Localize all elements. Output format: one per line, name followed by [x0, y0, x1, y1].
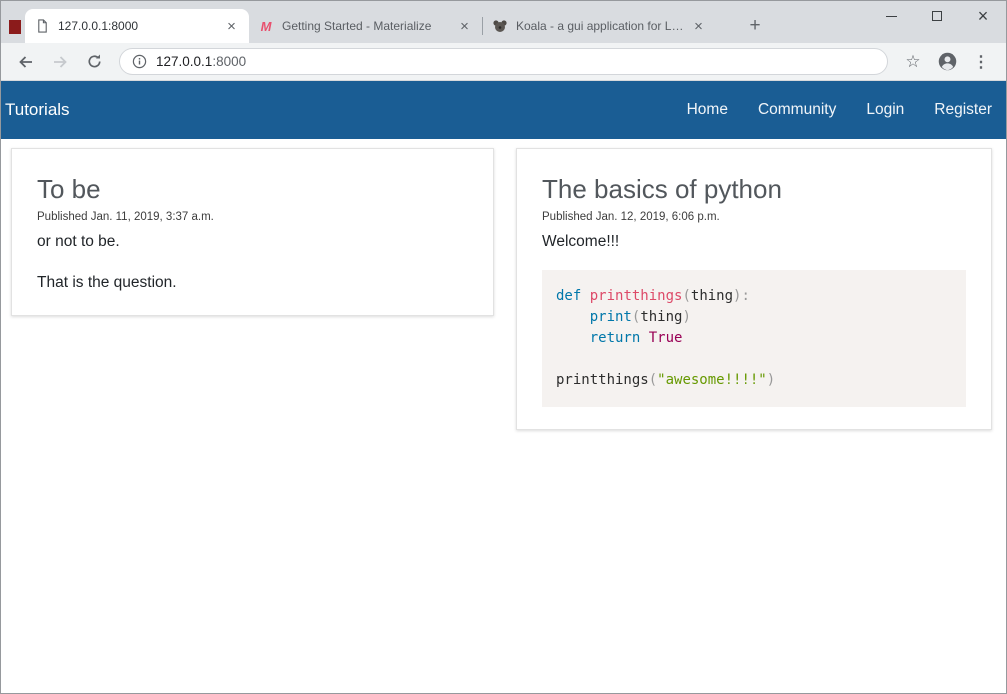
close-icon: ×	[978, 7, 989, 25]
web-page: Tutorials Home Community Login Register …	[1, 81, 1006, 694]
browser-window: 127.0.0.1:8000 × M Getting Started - Mat…	[0, 0, 1007, 694]
address-bar[interactable]: 127.0.0.1:8000	[119, 48, 888, 75]
url-text: 127.0.0.1:8000	[156, 54, 246, 69]
nav-link-register[interactable]: Register	[934, 101, 992, 119]
post-paragraph: Welcome!!!	[542, 231, 966, 252]
post-card: To be Published Jan. 11, 2019, 3:37 a.m.…	[11, 148, 494, 316]
url-host: 127.0.0.1	[156, 54, 212, 69]
navbar-brand[interactable]: Tutorials	[5, 100, 70, 120]
nav-link-community[interactable]: Community	[758, 101, 836, 119]
navbar-links: Home Community Login Register	[687, 101, 992, 119]
tab-materialize[interactable]: M Getting Started - Materialize ×	[249, 9, 482, 43]
tab-close-icon[interactable]: ×	[690, 18, 707, 35]
back-button[interactable]	[12, 48, 40, 76]
page-icon	[34, 18, 50, 34]
profile-avatar[interactable]	[933, 48, 961, 76]
close-button[interactable]: ×	[960, 1, 1006, 31]
window-icon	[9, 20, 21, 34]
post-published-date: Published Jan. 12, 2019, 6:06 p.m.	[542, 211, 966, 223]
post-published-date: Published Jan. 11, 2019, 3:37 a.m.	[37, 211, 468, 223]
window-controls: ×	[868, 1, 1006, 31]
tabs: 127.0.0.1:8000 × M Getting Started - Mat…	[25, 9, 716, 43]
koala-icon	[492, 18, 508, 34]
nav-link-home[interactable]: Home	[687, 101, 728, 119]
minimize-button[interactable]	[868, 1, 914, 31]
tab-title: Koala - a gui application for LESS	[516, 19, 684, 33]
tab-title: Getting Started - Materialize	[282, 19, 450, 33]
tab-close-icon[interactable]: ×	[456, 18, 473, 35]
posts-list: To be Published Jan. 11, 2019, 3:37 a.m.…	[1, 139, 1006, 430]
post-card: The basics of python Published Jan. 12, …	[516, 148, 992, 430]
tab-title: 127.0.0.1:8000	[58, 19, 217, 33]
tab-local-server[interactable]: 127.0.0.1:8000 ×	[25, 9, 249, 43]
url-port: :8000	[212, 54, 246, 69]
materialize-icon: M	[258, 18, 274, 34]
tab-strip: 127.0.0.1:8000 × M Getting Started - Mat…	[1, 1, 1006, 43]
post-title-link[interactable]: To be	[37, 173, 468, 205]
site-navbar: Tutorials Home Community Login Register	[1, 81, 1006, 139]
reload-button[interactable]	[80, 48, 108, 76]
maximize-button[interactable]	[914, 1, 960, 31]
new-tab-button[interactable]: +	[742, 13, 768, 39]
maximize-icon	[932, 11, 942, 21]
post-title-link[interactable]: The basics of python	[542, 173, 966, 205]
browser-toolbar: 127.0.0.1:8000 ☆ ⋮	[1, 43, 1006, 81]
post-paragraph: That is the question.	[37, 272, 468, 293]
tab-close-icon[interactable]: ×	[223, 18, 240, 35]
code-block: def printthings(thing): print(thing) ret…	[542, 270, 966, 407]
bookmark-star-icon[interactable]: ☆	[899, 48, 927, 76]
tab-koala[interactable]: Koala - a gui application for LESS ×	[483, 9, 716, 43]
browser-menu-icon[interactable]: ⋮	[967, 48, 995, 76]
nav-link-login[interactable]: Login	[866, 101, 904, 119]
forward-button[interactable]	[46, 48, 74, 76]
info-icon[interactable]	[132, 54, 147, 69]
post-paragraph: or not to be.	[37, 231, 468, 252]
minimize-icon	[886, 16, 897, 17]
